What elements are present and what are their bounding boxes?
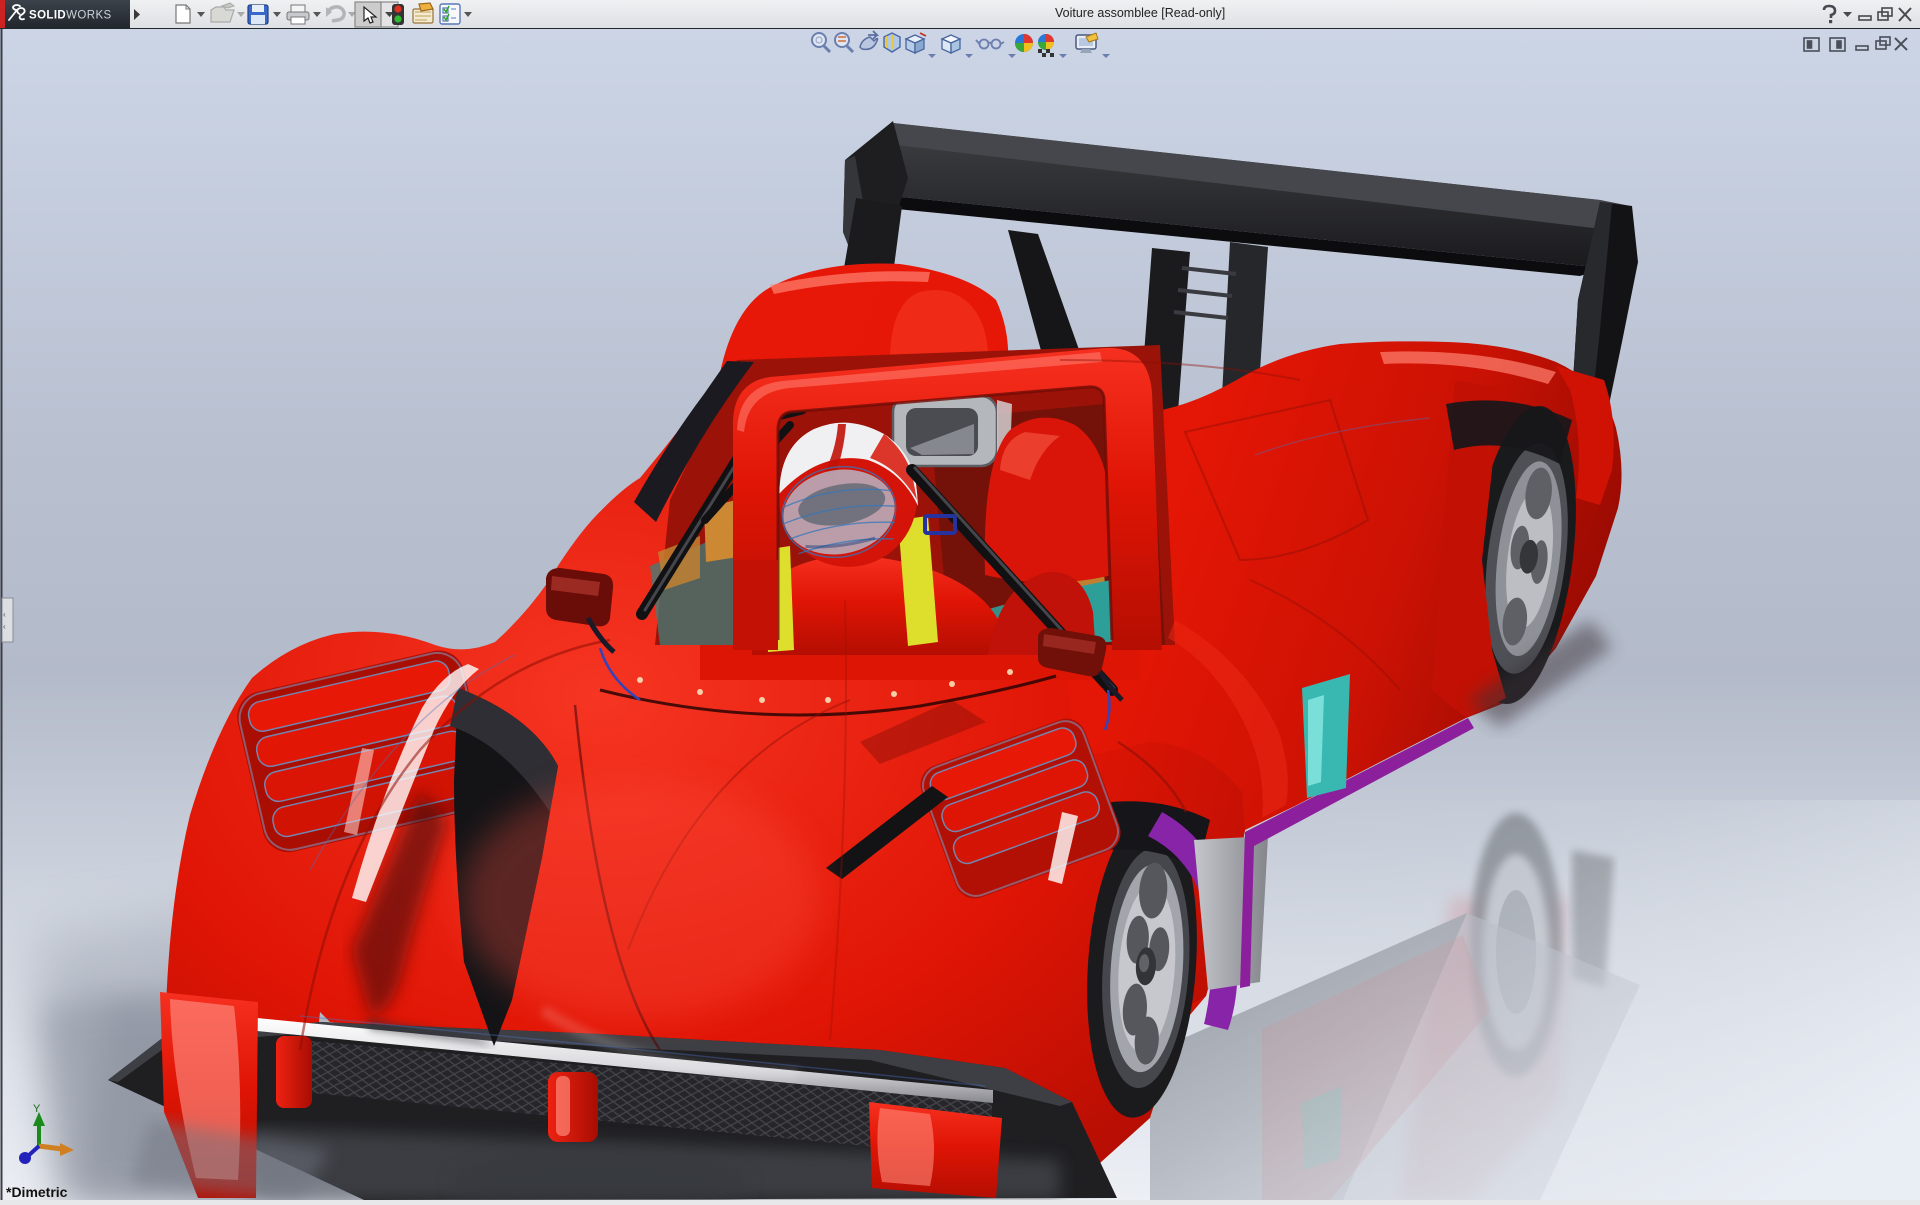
svg-text:‹: ‹ <box>3 610 6 619</box>
svg-text:Y: Y <box>33 1103 41 1115</box>
svg-text:*Dimetric: *Dimetric <box>6 1184 68 1200</box>
svg-text:‹: ‹ <box>3 622 6 631</box>
